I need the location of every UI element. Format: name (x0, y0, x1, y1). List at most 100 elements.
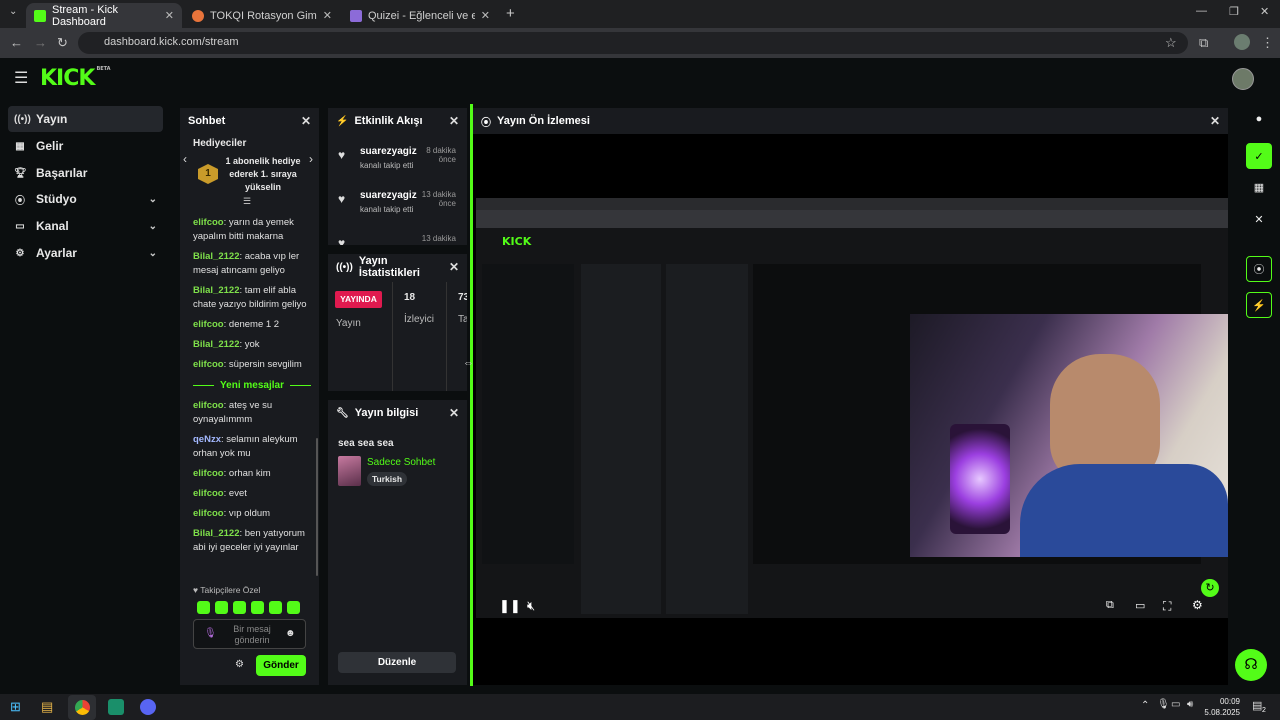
bookmark-star-icon[interactable]: ☆ (1165, 35, 1177, 51)
close-icon[interactable]: ✕ (1246, 206, 1272, 232)
sidebar-item-gelir[interactable]: ▦ Gelir (8, 133, 163, 159)
microphone-icon[interactable]: 🎙︎ (204, 628, 217, 639)
app-icon[interactable] (108, 699, 124, 715)
chat-username[interactable]: elifcoo (193, 468, 224, 479)
tab-kick-dashboard[interactable]: Stream - Kick Dashboard ✕ (26, 3, 182, 28)
heart-icon: ♥ (338, 192, 346, 206)
stat-label: İzleyici (404, 314, 435, 325)
chat-username[interactable]: elifcoo (193, 488, 224, 499)
tab-close-icon[interactable]: ✕ (323, 9, 332, 22)
category-thumbnail[interactable] (338, 456, 361, 486)
chat-username[interactable]: Bilal_2122 (193, 339, 239, 350)
settings-gear-icon[interactable]: ⚙ (235, 659, 244, 670)
chat-message: elifcoo: süpersin sevgilim (193, 358, 311, 372)
chat-username[interactable]: Bilal_2122 (193, 528, 239, 539)
emoji-icon[interactable]: ☻ (285, 628, 296, 639)
file-explorer-icon[interactable]: ▤ (41, 699, 53, 715)
logo-badge: BETA (96, 66, 111, 72)
restore-icon[interactable]: ❐ (1229, 5, 1239, 18)
chat-username[interactable]: Bilal_2122 (193, 285, 239, 296)
emote-icon[interactable] (233, 601, 246, 614)
chat-username[interactable]: elifcoo (193, 319, 224, 330)
filter-icon[interactable]: ☰ (243, 196, 251, 207)
divider (446, 282, 447, 391)
settings-icon[interactable]: ⚙ (1192, 598, 1203, 612)
chevron-left-icon[interactable]: ‹ (183, 152, 187, 166)
chat-username[interactable]: elifcoo (193, 359, 224, 370)
sidebar-item-studyo[interactable]: ⦿ Stüdyo ⌄ (8, 186, 163, 212)
camera-icon[interactable]: ⦿ (1246, 256, 1272, 282)
chat-username[interactable]: elifcoo (193, 400, 224, 411)
kick-logo[interactable]: KICK BETA (40, 66, 111, 91)
emote-icon[interactable] (251, 601, 264, 614)
sidebar-item-yayin[interactable]: ((•)) Yayın (8, 106, 163, 132)
emote-icon[interactable] (215, 601, 228, 614)
lightning-icon[interactable]: ⚡ (1246, 292, 1272, 318)
back-icon[interactable]: ← (10, 35, 23, 50)
chat-scrollbar[interactable] (316, 438, 318, 576)
stream-preview[interactable]: KICK ❚❚ 🔇︎ ⧉ ▭ ⛶ ⚙ ↻ (473, 134, 1228, 685)
sidebar-item-basarilar[interactable]: 🏆︎ Başarılar (8, 160, 163, 186)
tab-quizei[interactable]: Quizei - Eğlenceli ve etkileşimli ✕ (342, 3, 498, 28)
tab-search-icon[interactable]: ⌄ (9, 6, 17, 17)
refresh-icon[interactable]: ↻ (1201, 579, 1219, 597)
quizei-favicon-icon (350, 9, 362, 22)
activity-feed-panel: ⚡ Etkinlik Akışı ✕ ♥ suarezyagiz kanalı … (328, 108, 467, 245)
network-icon[interactable]: ▭ (1171, 699, 1180, 710)
sidebar-item-kanal[interactable]: ▭ Kanal ⌄ (8, 213, 163, 239)
minimize-icon[interactable]: — (1196, 5, 1207, 17)
category-link[interactable]: Sadece Sohbet (367, 457, 435, 468)
chat-username[interactable]: qeNzx (193, 434, 221, 445)
revenue-icon: ▦ (15, 140, 25, 152)
fullscreen-icon[interactable]: ⛶ (1163, 599, 1171, 614)
close-icon[interactable]: ✕ (449, 260, 459, 274)
notifications-icon[interactable]: ▤ (1252, 699, 1262, 712)
emote-icon[interactable] (287, 601, 300, 614)
forward-icon[interactable]: → (34, 35, 47, 50)
gift-promo-text: 1 abonelik hediye ederek 1. sıraya yükse… (225, 156, 301, 192)
tab-close-icon[interactable]: ✕ (481, 9, 490, 22)
sidebar-item-ayarlar[interactable]: ⚙ Ayarlar ⌄ (8, 240, 163, 266)
microphone-tray-icon[interactable]: 🎙︎ (1157, 699, 1170, 710)
url-field[interactable]: dashboard.kick.com/stream (78, 32, 1188, 54)
chevron-right-icon[interactable]: › (309, 152, 313, 166)
emote-icon[interactable] (197, 601, 210, 614)
miniplayer-icon[interactable]: ⧉ (1106, 599, 1114, 612)
mute-icon[interactable]: 🔇︎ (527, 598, 535, 614)
webcam-feed (910, 314, 1228, 557)
layout-icon[interactable]: ▦ (1246, 174, 1272, 200)
edit-button[interactable]: Düzenle (338, 652, 456, 673)
emote-icon[interactable] (269, 601, 282, 614)
tab-tokqi[interactable]: TOKQI Rotasyon Gimbal Sabitle ✕ (184, 3, 340, 28)
pause-icon[interactable]: ❚❚ (499, 598, 521, 614)
extensions-icon[interactable]: ⧉ (1199, 35, 1208, 51)
windows-start-icon[interactable]: ⊞ (10, 699, 21, 715)
volume-icon[interactable]: 🔊︎ (1187, 699, 1193, 710)
close-window-icon[interactable]: ✕ (1260, 5, 1269, 18)
chat-username[interactable]: elifcoo (193, 508, 224, 519)
hamburger-menu-icon[interactable]: ☰ (14, 68, 28, 88)
discord-icon[interactable] (140, 699, 156, 715)
theater-icon[interactable]: ▭ (1135, 599, 1145, 612)
chat-input[interactable]: 🎙︎ Bir mesaj gönderin ☻ (193, 619, 306, 649)
info-icon[interactable]: ● (1246, 106, 1272, 132)
profile-avatar[interactable] (1234, 34, 1250, 50)
chrome-taskbar-button[interactable] (68, 695, 96, 720)
close-icon[interactable]: ✕ (449, 406, 459, 420)
browser-menu-icon[interactable]: ⋮ (1261, 35, 1274, 51)
check-icon[interactable]: ✓ (1246, 143, 1272, 169)
tab-close-icon[interactable]: ✕ (165, 9, 174, 22)
chat-message: Bilal_2122: yok (193, 338, 311, 352)
chat-username[interactable]: Bilal_2122 (193, 251, 239, 262)
user-avatar[interactable] (1232, 68, 1254, 90)
clock[interactable]: 00:09 5.08.2025 (1200, 696, 1240, 718)
close-icon[interactable]: ✕ (1210, 114, 1220, 128)
close-icon[interactable]: ✕ (449, 114, 459, 128)
support-headset-icon[interactable]: ☊ (1235, 649, 1267, 681)
tray-chevron-up-icon[interactable]: ⌃ (1141, 700, 1149, 711)
chat-username[interactable]: elifcoo (193, 217, 224, 228)
close-icon[interactable]: ✕ (301, 114, 311, 128)
send-button[interactable]: Gönder (256, 655, 306, 676)
new-tab-icon[interactable]: + (506, 5, 515, 22)
reload-icon[interactable]: ↻ (57, 35, 68, 51)
